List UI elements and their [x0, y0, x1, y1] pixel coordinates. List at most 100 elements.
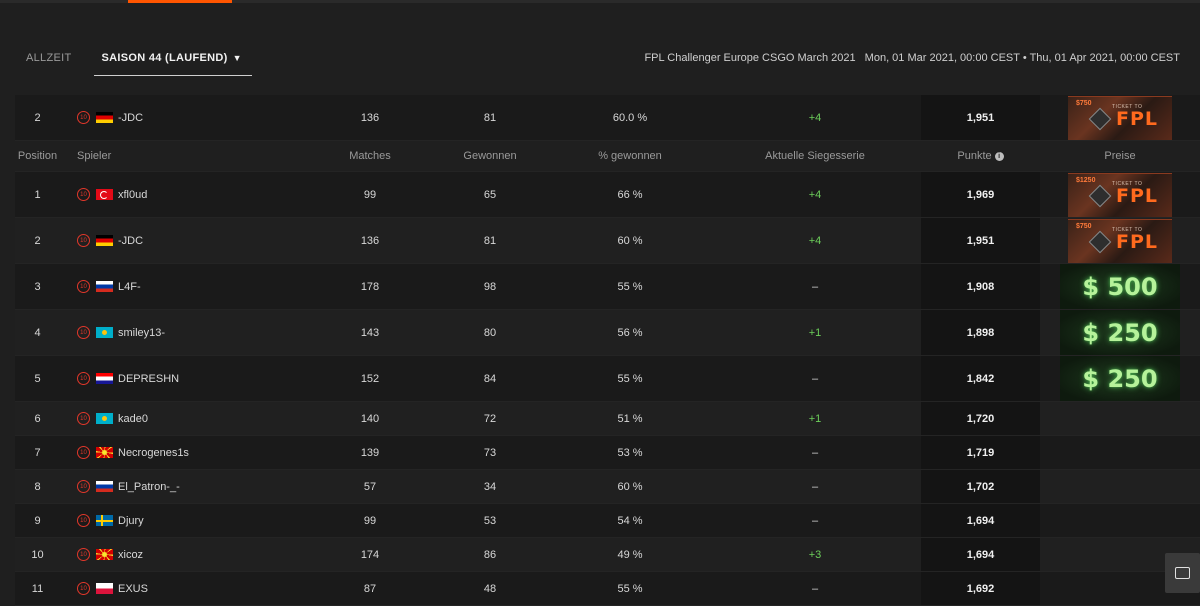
tab-season[interactable]: SAISON 44 (LAUFEND) ▼	[93, 44, 252, 76]
table-row[interactable]: 1 10 xfl0ud 99 65 66 % +4 1,969 $1250 TICKET TO FP…	[15, 172, 1200, 218]
position-cell: 1	[34, 188, 41, 201]
table-row[interactable]: 2 10 -JDC 136 81 60 % +4 1,951 $750 TICKET TO FPL	[15, 218, 1200, 264]
cash-amount: $ 250	[1082, 364, 1158, 393]
table-row[interactable]: 10 10 xicoz 174 86 49 % +3 1,694	[15, 538, 1200, 572]
streak-cell: +4	[808, 188, 822, 201]
chat-icon[interactable]	[1165, 553, 1200, 593]
active-nav-indicator	[128, 0, 232, 3]
player-name-link[interactable]: kade0	[118, 413, 148, 425]
streak-cell: –	[811, 280, 819, 293]
flag-tr-icon	[96, 189, 113, 200]
player-name-link[interactable]: -JDC	[118, 112, 143, 124]
ticket-brand: FPL	[1116, 230, 1159, 253]
leaderboard-table: 2 10 -JDC 136 81 60.0 % +4 1,951 $750 TICKET TO FP…	[15, 95, 1200, 606]
points-cell: 1,951	[921, 95, 1040, 140]
matches-cell: 136	[360, 234, 380, 247]
wins-cell: 81	[483, 234, 497, 247]
win-percent-cell: 60.0 %	[612, 111, 648, 124]
prize-ticket-image: $750 TICKET TO FPL	[1068, 95, 1172, 140]
player-name-link[interactable]: El_Patron-_-	[118, 481, 180, 493]
points-cell: 1,720	[921, 402, 1040, 435]
player-name-link[interactable]: Djury	[118, 515, 144, 527]
tab-alltime[interactable]: ALLZEIT	[18, 44, 80, 76]
ticket-brand: FPL	[1116, 107, 1159, 130]
points-cell: 1,719	[921, 436, 1040, 469]
ticket-amount: $1250	[1076, 176, 1096, 184]
win-percent-cell: 55 %	[617, 280, 643, 293]
player-name-link[interactable]: EXUS	[118, 583, 148, 595]
flag-kz-icon	[96, 413, 113, 424]
level-10-icon: 10	[77, 372, 90, 385]
fpl-logo-icon	[1088, 107, 1112, 130]
player-name-link[interactable]: smiley13-	[118, 327, 165, 339]
prize-cash-image: $ 250	[1060, 356, 1180, 401]
header-points-label: Punkte	[957, 150, 992, 162]
points-cell: 1,694	[921, 538, 1040, 571]
points-cell: 1,969	[921, 172, 1040, 217]
matches-cell: 136	[360, 111, 380, 124]
wins-cell: 48	[483, 582, 497, 595]
player-name-link[interactable]: xfl0ud	[118, 189, 147, 201]
points-cell: 1,694	[921, 504, 1040, 537]
tab-season-label: SAISON 44 (LAUFEND)	[101, 52, 228, 64]
wins-cell: 80	[483, 326, 497, 339]
table-row[interactable]: 4 10 smiley13- 143 80 56 % +1 1,898 $ 250	[15, 310, 1200, 356]
position-cell: 7	[34, 446, 41, 459]
chevron-down-icon: ▼	[232, 53, 242, 63]
win-percent-cell: 60 %	[617, 480, 643, 493]
tab-alltime-label: ALLZEIT	[26, 52, 72, 64]
level-10-icon: 10	[77, 326, 90, 339]
streak-cell: +4	[808, 234, 822, 247]
flag-ru-icon	[96, 481, 113, 492]
ticket-amount: $750	[1076, 222, 1092, 230]
prize-cell: $1250 TICKET TO FPL	[1040, 172, 1200, 217]
position-cell: 2	[34, 111, 41, 124]
leaderboard-tabs: ALLZEIT SAISON 44 (LAUFEND) ▼	[18, 44, 252, 76]
streak-cell: –	[811, 372, 819, 385]
player-cell: 10 L4F-	[77, 264, 297, 309]
points-cell: 1,908	[921, 264, 1040, 309]
position-cell: 6	[34, 412, 41, 425]
win-percent-cell: 60 %	[617, 234, 643, 247]
wins-cell: 53	[483, 514, 497, 527]
prize-cell: $ 250	[1040, 356, 1200, 401]
ticket-amount: $750	[1076, 99, 1092, 107]
player-name-link[interactable]: L4F-	[118, 281, 141, 293]
matches-cell: 174	[360, 548, 380, 561]
table-row[interactable]: 11 10 EXUS 87 48 55 % – 1,692	[15, 572, 1200, 606]
points-cell: 1,702	[921, 470, 1040, 503]
points-cell: 1,842	[921, 356, 1040, 401]
prize-ticket-image: $1250 TICKET TO FPL	[1068, 172, 1172, 217]
info-icon[interactable]: i	[994, 151, 1004, 161]
header-streak: Aktuelle Siegesserie	[765, 150, 865, 162]
flag-de-icon	[96, 112, 113, 123]
flag-se-icon	[96, 515, 113, 526]
player-name-link[interactable]: DEPRESHN	[118, 373, 179, 385]
player-name-link[interactable]: -JDC	[118, 235, 143, 247]
table-row[interactable]: 5 10 DEPRESHN 152 84 55 % – 1,842 $ 250	[15, 356, 1200, 402]
wins-cell: 73	[483, 446, 497, 459]
level-10-icon: 10	[77, 234, 90, 247]
level-10-icon: 10	[77, 280, 90, 293]
player-name-link[interactable]: xicoz	[118, 549, 143, 561]
wins-cell: 72	[483, 412, 497, 425]
streak-cell: –	[811, 446, 819, 459]
table-row[interactable]: 9 10 Djury 99 53 54 % – 1,694	[15, 504, 1200, 538]
win-percent-cell: 56 %	[617, 326, 643, 339]
table-row[interactable]: 6 10 kade0 140 72 51 % +1 1,720	[15, 402, 1200, 436]
matches-cell: 140	[360, 412, 380, 425]
table-row[interactable]: 7 10 Necrogenes1s 139 73 53 % – 1,719	[15, 436, 1200, 470]
header-wins: Gewonnen	[463, 150, 517, 162]
flag-pl-icon	[96, 583, 113, 594]
flag-kz-icon	[96, 327, 113, 338]
season-end: Thu, 01 Apr 2021, 00:00 CEST	[1029, 52, 1180, 64]
prize-cell: $750 TICKET TO FPL	[1040, 95, 1200, 140]
player-name-link[interactable]: Necrogenes1s	[118, 447, 189, 459]
flag-mk-icon	[96, 447, 113, 458]
wins-cell: 84	[483, 372, 497, 385]
highlight-row-own-player[interactable]: 2 10 -JDC 136 81 60.0 % +4 1,951 $750 TICKET TO FP…	[15, 95, 1200, 141]
level-10-icon: 10	[77, 514, 90, 527]
season-info: FPL Challenger Europe CSGO March 2021 Mo…	[644, 52, 1180, 64]
table-row[interactable]: 3 10 L4F- 178 98 55 % – 1,908 $ 500	[15, 264, 1200, 310]
table-row[interactable]: 8 10 El_Patron-_- 57 34 60 % – 1,702	[15, 470, 1200, 504]
